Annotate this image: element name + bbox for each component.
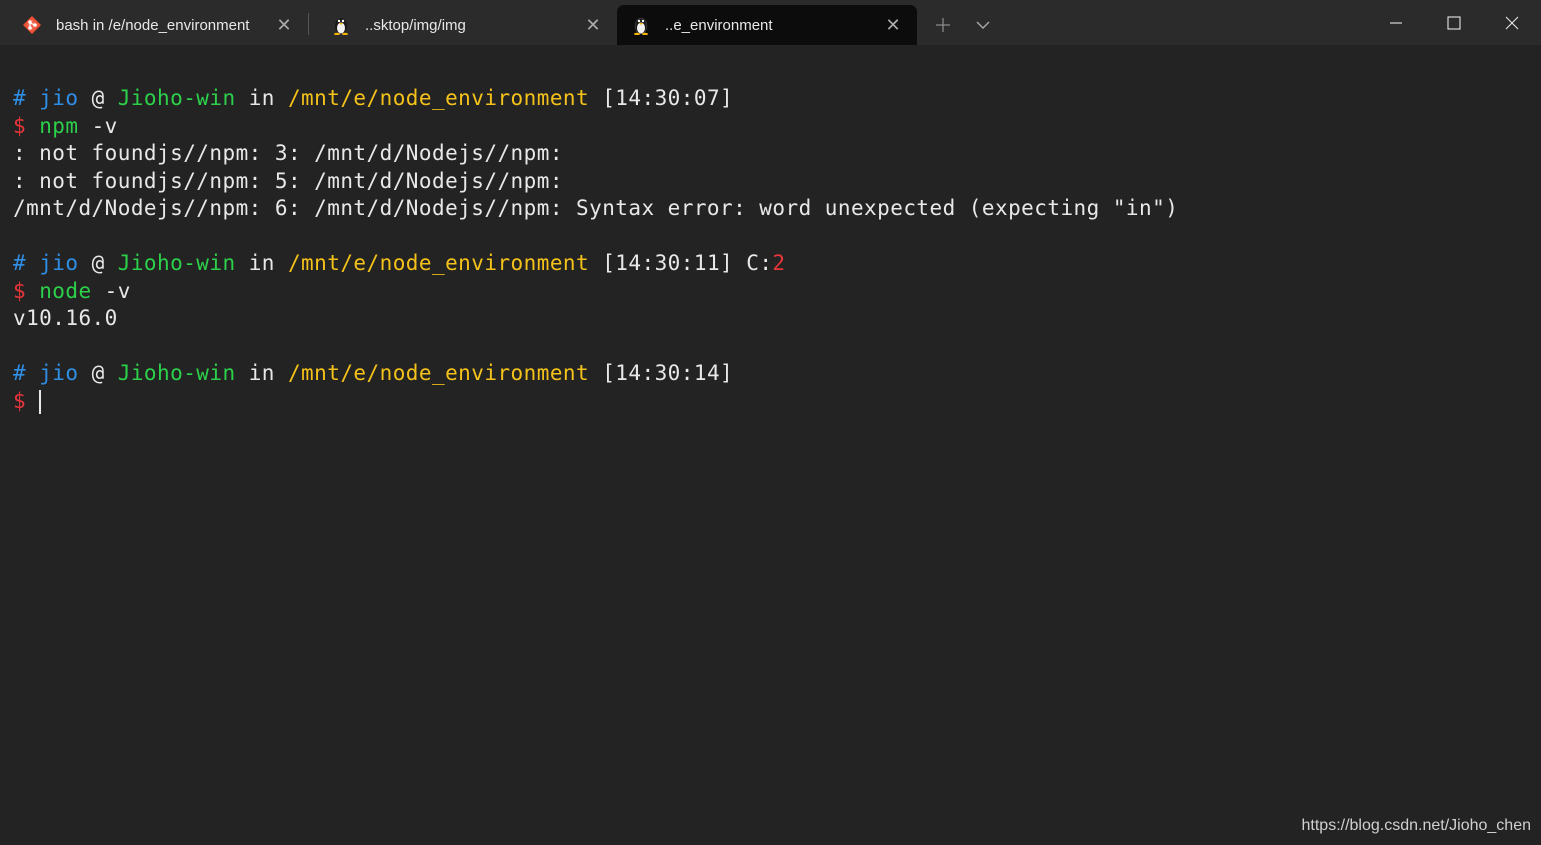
new-tab-button[interactable] (923, 5, 963, 45)
prompt-in: in (248, 86, 275, 110)
dropdown-button[interactable] (963, 5, 1003, 45)
window-controls (1367, 0, 1541, 45)
tab-bash[interactable]: bash in /e/node_environment ✕ (8, 5, 308, 45)
prompt-path: /mnt/e/node_environment (287, 361, 590, 385)
prompt-line: # jio @ Jioho-win in /mnt/e/node_environ… (13, 360, 1541, 388)
prompt-hash: # (13, 361, 27, 385)
command-line: $ npm -v (13, 113, 1541, 141)
command-name: node (39, 278, 92, 303)
exit-code-prefix: C: (746, 251, 773, 275)
command-line: $ node -v (13, 278, 1541, 306)
output-line: : not foundjs//npm: 3: /mnt/d/Nodejs//np… (13, 141, 563, 165)
maximize-icon (1447, 15, 1461, 30)
tab-label: bash in /e/node_environment (56, 16, 250, 34)
prompt-at: @ (91, 86, 105, 110)
tab-divider (308, 12, 309, 35)
close-icon (1505, 16, 1519, 29)
prompt-line: # jio @ Jioho-win in /mnt/e/node_environ… (13, 85, 1541, 113)
terminal-output[interactable]: # jio @ Jioho-win in /mnt/e/node_environ… (0, 45, 1541, 845)
close-window-button[interactable] (1483, 0, 1541, 45)
prompt-at: @ (91, 361, 105, 385)
prompt-user: jio (39, 251, 79, 275)
minimize-icon (1390, 21, 1402, 24)
chevron-down-icon (976, 21, 990, 29)
prompt-user: jio (39, 361, 79, 385)
command-args: -v (104, 278, 131, 303)
prompt-dollar: $ (13, 113, 27, 138)
exit-code: 2 (772, 251, 786, 275)
minimize-button[interactable] (1367, 0, 1425, 45)
prompt-at: @ (91, 251, 105, 275)
tab-node-environment[interactable]: ..e_environment ✕ (617, 5, 917, 45)
output-line: v10.16.0 (13, 306, 118, 330)
watermark: https://blog.csdn.net/Jioho_chen (1301, 817, 1532, 834)
prompt-path: /mnt/e/node_environment (287, 86, 590, 110)
close-icon[interactable]: ✕ (583, 15, 603, 36)
prompt-hash: # (13, 251, 27, 275)
git-bash-icon (22, 15, 42, 35)
tab-label: ..e_environment (665, 16, 773, 34)
prompt-path: /mnt/e/node_environment (287, 251, 590, 275)
title-bar: bash in /e/node_environment ✕ ..sktop/im… (0, 0, 1541, 45)
tab-img[interactable]: ..sktop/img/img ✕ (317, 5, 617, 45)
output-line: : not foundjs//npm: 5: /mnt/d/Nodejs//np… (13, 168, 563, 193)
close-icon[interactable]: ✕ (883, 15, 903, 36)
prompt-dollar: $ (13, 388, 27, 413)
command-name: npm (39, 113, 79, 138)
prompt-in: in (248, 361, 275, 385)
prompt-hash: # (13, 86, 27, 110)
linux-penguin-icon (631, 15, 651, 35)
output-line: /mnt/d/Nodejs//npm: 6: /mnt/d/Nodejs//np… (13, 196, 1179, 220)
prompt-host: Jioho-win (117, 361, 236, 385)
command-args: -v (91, 113, 118, 138)
prompt-host: Jioho-win (117, 251, 236, 275)
prompt-user: jio (39, 86, 79, 110)
prompt-line: # jio @ Jioho-win in /mnt/e/node_environ… (13, 250, 1541, 278)
prompt-in: in (248, 251, 275, 275)
prompt-dollar: $ (13, 278, 27, 303)
prompt-host: Jioho-win (117, 86, 236, 110)
prompt-time: [14:30:11] (602, 251, 734, 275)
text-cursor (39, 389, 42, 414)
maximize-button[interactable] (1425, 0, 1483, 45)
plus-icon (936, 18, 950, 32)
prompt-time: [14:30:07] (602, 86, 734, 110)
linux-penguin-icon (331, 15, 351, 35)
tab-label: ..sktop/img/img (365, 16, 466, 34)
close-icon[interactable]: ✕ (274, 15, 294, 36)
tab-actions (923, 5, 1003, 45)
command-line-active[interactable]: $ (13, 388, 1541, 416)
prompt-time: [14:30:14] (602, 361, 734, 385)
